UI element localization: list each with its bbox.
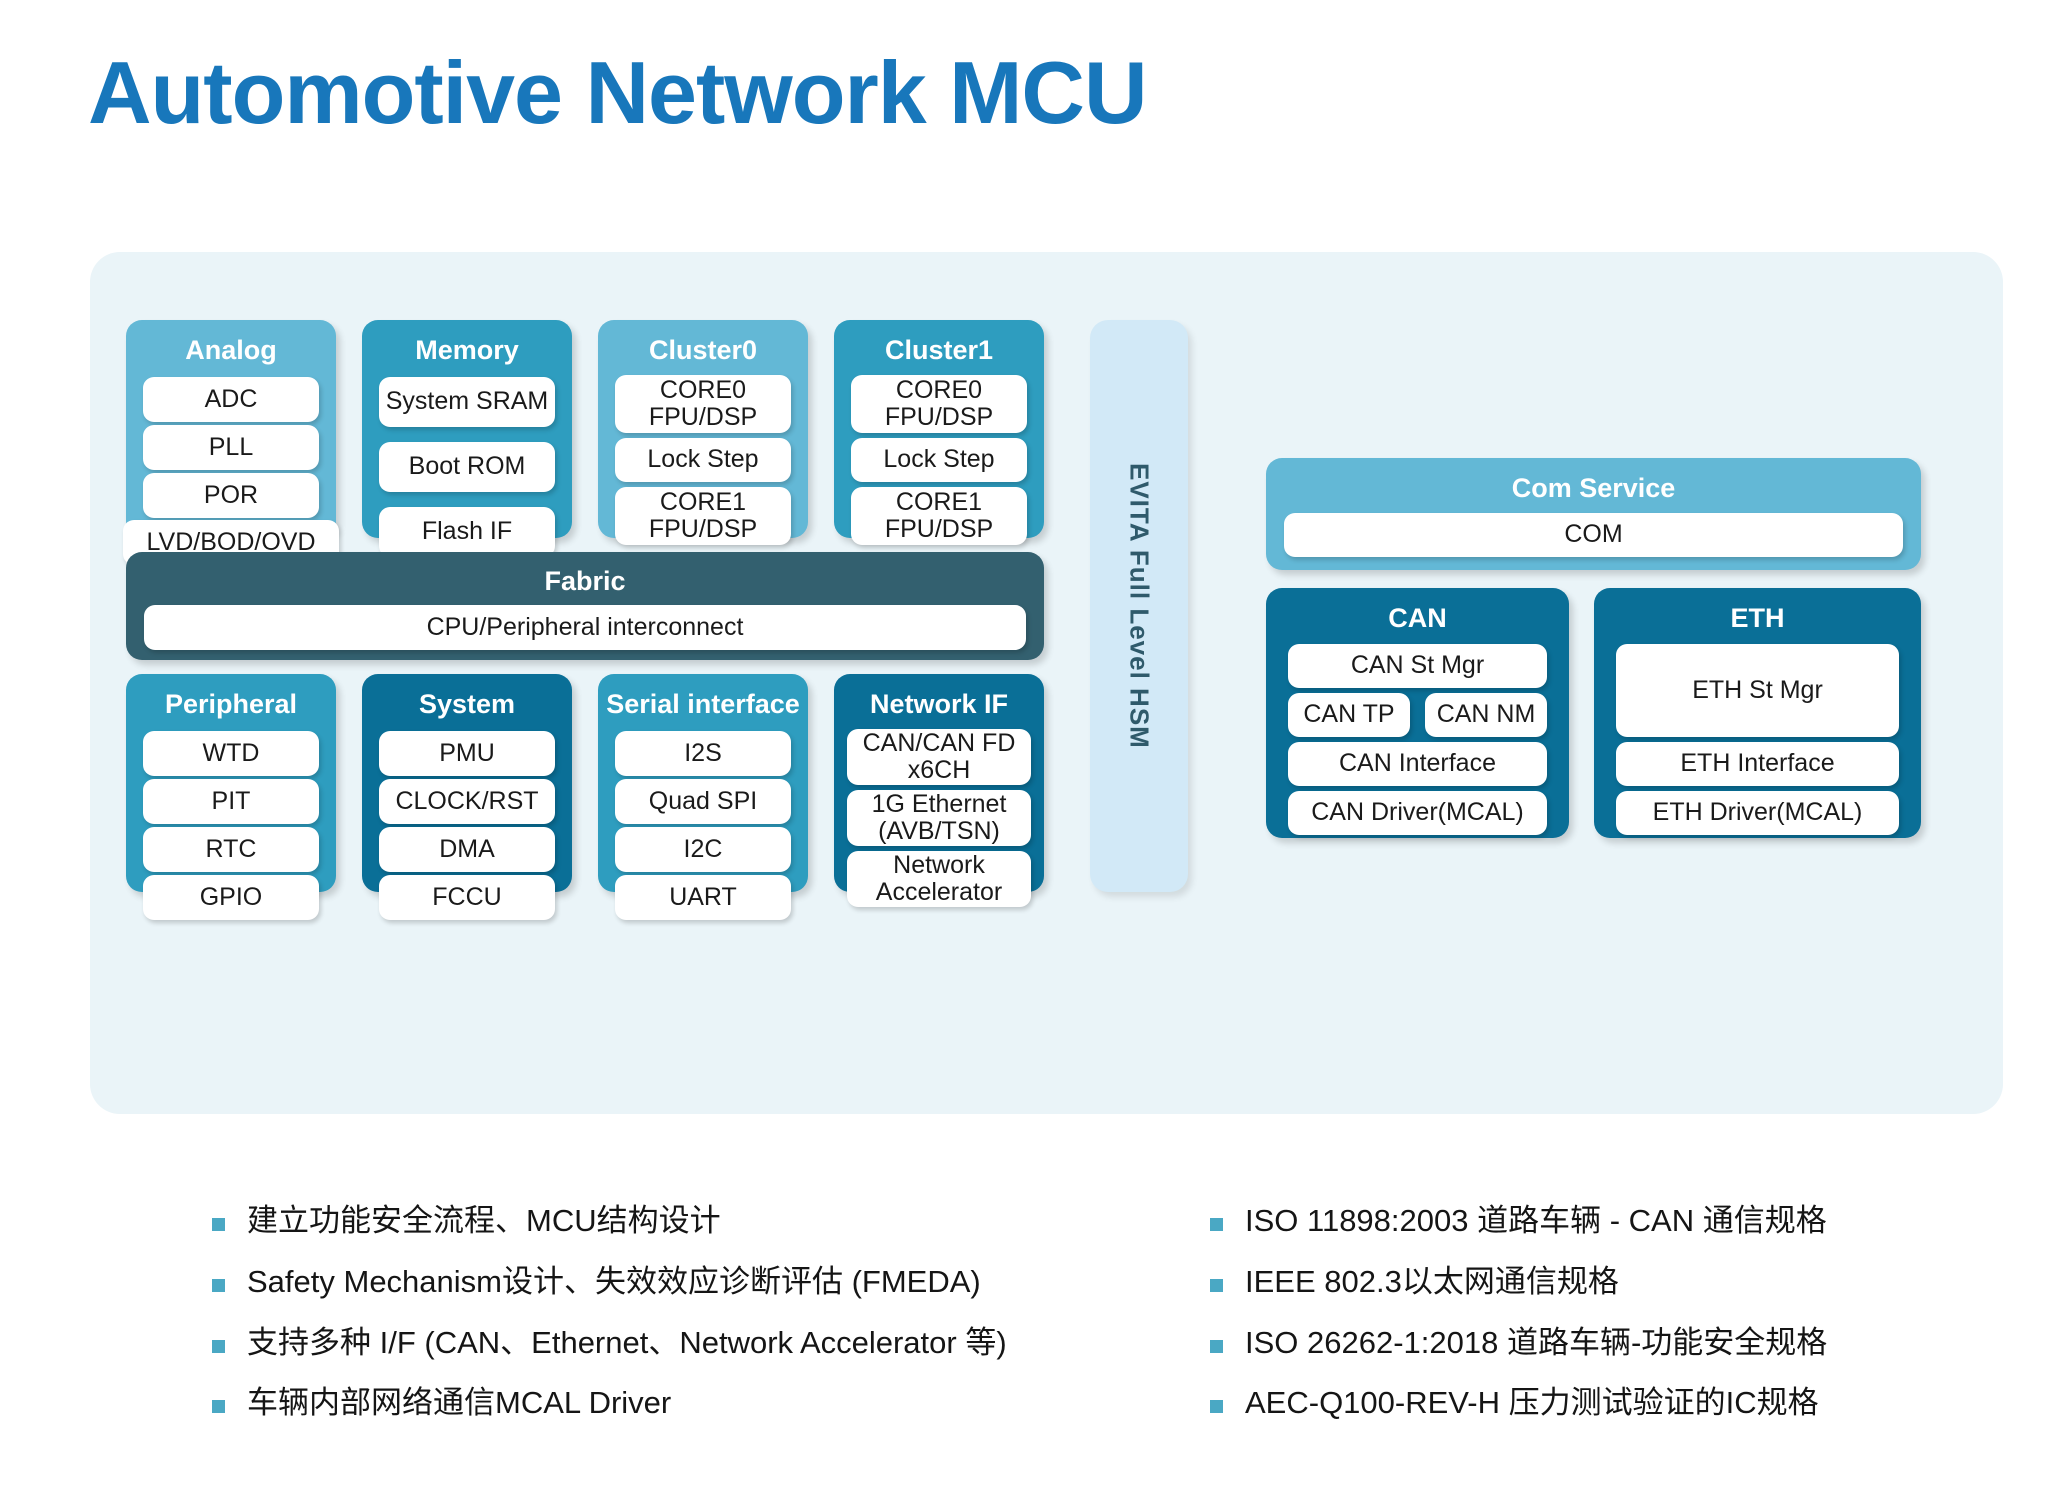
item-pit[interactable]: PIT [143,779,319,824]
bullet-text: 建立功能安全流程、MCU结构设计 [247,1203,721,1238]
item-uart[interactable]: UART [615,875,791,920]
item-can-interface[interactable]: CAN Interface [1288,742,1547,786]
bullet-item: Safety Mechanism设计、失效效应诊断评估 (FMEDA) [212,1263,1007,1302]
block-cluster0-title: Cluster0 [648,335,758,365]
item-can-tp[interactable]: CAN TP [1288,693,1410,737]
item-cluster1-core0[interactable]: CORE0 FPU/DSP [851,375,1027,433]
item-can-driver-mcal[interactable]: CAN Driver(MCAL) [1288,791,1547,835]
block-com-service-title: Com Service [1511,473,1676,503]
block-peripheral: Peripheral WTD PIT RTC GPIO [126,674,336,920]
item-wtd[interactable]: WTD [143,731,319,776]
evita-hsm-label: EVITA Full Level HSM [1124,463,1155,749]
block-eth: ETH ETH St Mgr ETH Interface ETH Driver(… [1594,588,1921,838]
block-eth-title: ETH [1730,603,1785,633]
bullet-marker-icon [1210,1400,1223,1414]
bullet-text: AEC-Q100-REV-H 压力测试验证的IC规格 [1245,1385,1819,1421]
bullet-item: AEC-Q100-REV-H 压力测试验证的IC规格 [1210,1384,1827,1423]
block-cluster0: Cluster0 CORE0 FPU/DSP Lock Step CORE1 F… [598,320,808,545]
bullet-text: IEEE 802.3以太网通信规格 [1245,1263,1619,1299]
block-cluster1: Cluster1 CORE0 FPU/DSP Lock Step CORE1 F… [834,320,1044,545]
block-com-service: Com Service COM [1266,458,1921,570]
block-can-title: CAN [1388,603,1447,633]
item-fccu[interactable]: FCCU [379,875,555,920]
item-eth-driver-mcal[interactable]: ETH Driver(MCAL) [1616,791,1899,835]
item-pll[interactable]: PLL [143,425,319,470]
item-network-accelerator[interactable]: Network Accelerator [847,851,1031,907]
item-cluster0-core0[interactable]: CORE0 FPU/DSP [615,375,791,433]
item-flash-if[interactable]: Flash IF [379,507,555,557]
bullet-marker-icon [212,1400,225,1414]
bullet-marker-icon [212,1339,225,1353]
bullet-text: ISO 11898:2003 道路车辆 - CAN 通信规格 [1245,1203,1827,1238]
bullet-text: ISO 26262-1:2018 道路车辆-功能安全规格 [1245,1324,1828,1360]
item-por[interactable]: POR [143,473,319,518]
item-eth-st-mgr[interactable]: ETH St Mgr [1616,644,1899,737]
block-system-title: System [418,689,516,719]
bullet-marker-icon [212,1218,225,1231]
bullet-item: 支持多种 I/F (CAN、Ethernet、Network Accelerat… [212,1324,1007,1363]
block-analog-title: Analog [185,335,277,365]
item-clock-rst[interactable]: CLOCK/RST [379,779,555,824]
block-peripheral-title: Peripheral [164,689,298,719]
item-can-st-mgr[interactable]: CAN St Mgr [1288,644,1547,688]
block-memory-title: Memory [415,335,519,365]
bullet-text: 支持多种 I/F (CAN、Ethernet、Network Accelerat… [247,1324,1007,1360]
block-analog: Analog ADC PLL POR LVD/BOD/OVD [123,320,339,565]
item-dma[interactable]: DMA [379,827,555,872]
page-title: Automotive Network MCU [88,43,1147,142]
item-cluster1-core1[interactable]: CORE1 FPU/DSP [851,487,1027,545]
bullet-marker-icon [1210,1218,1223,1231]
item-cluster0-lockstep[interactable]: Lock Step [615,438,791,482]
bullet-text: Safety Mechanism设计、失效效应诊断评估 (FMEDA) [247,1263,981,1299]
diagram-canvas: Analog ADC PLL POR LVD/BOD/OVD Memory Sy… [90,252,2003,1114]
bullet-item: 建立功能安全流程、MCU结构设计 [212,1202,1007,1241]
bullet-marker-icon [1210,1339,1223,1353]
item-can-nm[interactable]: CAN NM [1425,693,1547,737]
bullet-item: ISO 11898:2003 道路车辆 - CAN 通信规格 [1210,1202,1827,1241]
block-system: System PMU CLOCK/RST DMA FCCU [362,674,572,920]
item-com[interactable]: COM [1284,513,1903,557]
item-quad-spi[interactable]: Quad SPI [615,779,791,824]
block-serial-interface: Serial interface I2S Quad SPI I2C UART [598,674,808,920]
item-cpu-peripheral-interconnect[interactable]: CPU/Peripheral interconnect [144,605,1026,650]
bullet-marker-icon [212,1278,225,1292]
item-i2s[interactable]: I2S [615,731,791,776]
bullet-list-right: ISO 11898:2003 道路车辆 - CAN 通信规格 IEEE 802.… [1210,1202,1827,1445]
block-serial-interface-title: Serial interface [606,689,800,719]
block-cluster1-title: Cluster1 [884,335,994,365]
item-adc[interactable]: ADC [143,377,319,422]
bullet-item: IEEE 802.3以太网通信规格 [1210,1263,1827,1302]
block-network-if: Network IF CAN/CAN FD x6CH 1G Ethernet (… [834,674,1044,907]
item-eth-interface[interactable]: ETH Interface [1616,742,1899,786]
bullet-item: ISO 26262-1:2018 道路车辆-功能安全规格 [1210,1324,1827,1363]
item-system-sram[interactable]: System SRAM [379,377,555,427]
item-i2c[interactable]: I2C [615,827,791,872]
block-memory: Memory System SRAM Boot ROM Flash IF [362,320,572,557]
item-can-canfd[interactable]: CAN/CAN FD x6CH [847,729,1031,785]
block-network-if-title: Network IF [869,689,1009,719]
block-evita-hsm: EVITA Full Level HSM [1090,320,1188,892]
bullet-list-left: 建立功能安全流程、MCU结构设计 Safety Mechanism设计、失效效应… [212,1202,1007,1445]
item-gpio[interactable]: GPIO [143,875,319,920]
item-cluster1-lockstep[interactable]: Lock Step [851,438,1027,482]
item-rtc[interactable]: RTC [143,827,319,872]
block-can: CAN CAN St Mgr CAN TP CAN NM CAN Interfa… [1266,588,1569,838]
bullet-marker-icon [1210,1278,1223,1292]
bullet-text: 车辆内部网络通信MCAL Driver [247,1385,672,1421]
item-cluster0-core1[interactable]: CORE1 FPU/DSP [615,487,791,545]
item-pmu[interactable]: PMU [379,731,555,776]
item-boot-rom[interactable]: Boot ROM [379,442,555,492]
bullet-item: 车辆内部网络通信MCAL Driver [212,1384,1007,1423]
block-fabric: Fabric CPU/Peripheral interconnect [126,552,1044,660]
item-1g-ethernet[interactable]: 1G Ethernet (AVB/TSN) [847,790,1031,846]
block-fabric-title: Fabric [544,566,626,596]
